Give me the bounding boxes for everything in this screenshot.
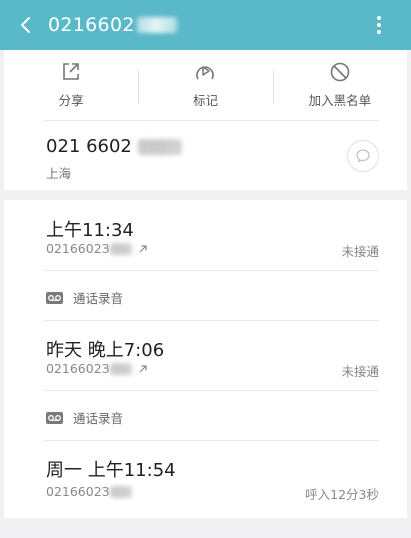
redacted-number-mask [136, 17, 177, 33]
voicemail-icon [46, 291, 63, 304]
share-label: 分享 [58, 93, 84, 108]
call-time: 昨天 晚上7:06 [46, 340, 165, 361]
back-arrow-icon [21, 17, 30, 33]
redacted-number-mask [109, 362, 132, 375]
more-vertical-icon [377, 16, 381, 34]
call-number: 0216602З [46, 241, 148, 256]
divider [44, 120, 379, 121]
divider [44, 390, 379, 391]
send-message-button[interactable] [347, 140, 379, 172]
page-title: 0216602 [48, 14, 135, 36]
recording-label: 通话录音 [73, 291, 124, 306]
call-number-text: 0216602З [46, 484, 110, 499]
back-button[interactable] [14, 13, 38, 37]
flag-icon [196, 66, 215, 80]
call-number: 0216602З [46, 484, 132, 499]
message-icon [356, 149, 370, 163]
contact-number-text: 021 6602 [46, 136, 132, 157]
call-recording-link[interactable]: 通话录音 [46, 288, 123, 307]
share-icon [63, 63, 79, 80]
call-log-entry[interactable]: 昨天 晚上7:06 0216602З 未接通 [4, 320, 407, 390]
contact-location: 上海 [46, 166, 72, 181]
call-time: 上午11:34 [46, 220, 134, 241]
contact-card: 分享 标记 加入黑名单 021 6602 上海 [4, 50, 407, 190]
call-number: 0216602З [46, 361, 148, 376]
blacklist-button[interactable]: 加入黑名单 [272, 50, 407, 118]
voicemail-icon [46, 411, 63, 424]
call-recording-link[interactable]: 通话录音 [46, 408, 123, 427]
redacted-number-mask [109, 485, 132, 498]
mark-label: 标记 [192, 93, 218, 108]
block-icon [330, 62, 350, 82]
redacted-number-mask [109, 242, 132, 255]
outgoing-arrow-icon [139, 364, 147, 372]
recording-label: 通话录音 [73, 411, 124, 426]
divider [44, 270, 379, 271]
call-status: 未接通 [341, 364, 379, 379]
call-log-entry[interactable]: 上午11:34 0216602З 未接通 [4, 200, 407, 270]
call-log-card: 上午11:34 0216602З 未接通 通话录音 昨天 晚上7:06 0216… [4, 200, 407, 518]
call-number-text: 0216602З [46, 241, 110, 256]
blacklist-label: 加入黑名单 [308, 93, 372, 108]
call-time: 周一 上午11:54 [46, 460, 176, 481]
outgoing-arrow-icon [139, 244, 147, 252]
more-options-button[interactable] [367, 13, 391, 37]
call-status: 未接通 [341, 244, 379, 259]
action-bar: 分享 标记 加入黑名单 [4, 50, 407, 118]
contact-number: 021 6602 [46, 136, 182, 157]
app-header: 0216602 [0, 0, 411, 50]
page-title-wrap: 0216602 [48, 12, 177, 38]
redacted-number-mask [137, 138, 182, 155]
call-number-text: 0216602З [46, 361, 110, 376]
call-log-entry[interactable]: 周一 上午11:54 0216602З 呼入12分3秒 [4, 440, 407, 510]
call-status: 呼入12分3秒 [305, 487, 379, 502]
share-button[interactable]: 分享 [4, 50, 138, 118]
mark-button[interactable]: 标记 [138, 50, 272, 118]
